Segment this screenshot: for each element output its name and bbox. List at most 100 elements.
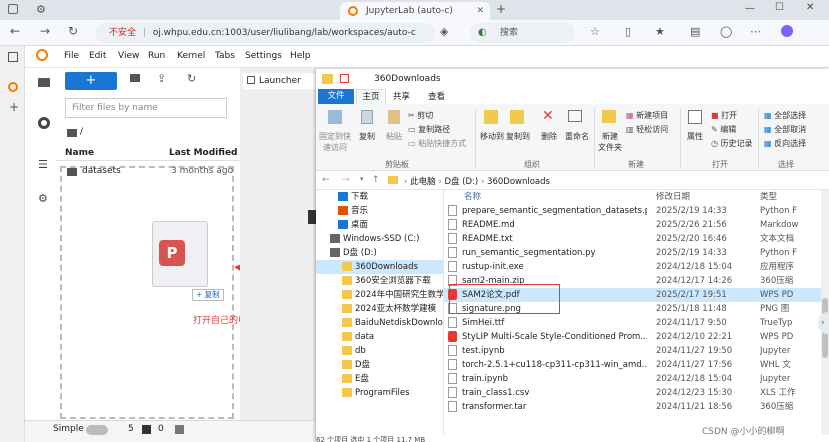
forward-nav-icon[interactable]: → — [342, 175, 350, 185]
refresh-icon[interactable]: ↻ — [187, 72, 196, 85]
select-none-button[interactable]: ▦ 全部取消 — [764, 124, 806, 135]
ribbon-tab-view[interactable]: 查看 — [428, 90, 445, 102]
nav-item[interactable]: 音乐 — [316, 204, 443, 218]
browser-tab[interactable]: JupyterLab (auto-c) ✕ — [340, 2, 490, 20]
menu-view[interactable]: View — [118, 51, 139, 61]
header-type[interactable]: 类型 — [760, 190, 820, 204]
file-row[interactable]: README.txt 2025/2/20 16:46 文本文档 — [444, 232, 829, 246]
paste-shortcut-button[interactable]: ▭ 粘贴快捷方式 — [408, 138, 466, 149]
pin-quick-access-button[interactable]: 固定到快 速访问 — [318, 131, 352, 153]
new-launcher-button[interactable]: + — [65, 72, 117, 90]
header-date[interactable]: 修改日期 — [656, 190, 690, 204]
address-bar[interactable]: 不安全 | oj.whpu.edu.cn:1003/user/liulibang… — [95, 23, 435, 43]
nav-item[interactable]: ProgramFiles — [316, 386, 443, 400]
menu-tabs[interactable]: Tabs — [215, 51, 235, 61]
file-row[interactable]: SimHei.ttf 2024/11/17 9:50 TrueTyp — [444, 316, 829, 330]
menu-edit[interactable]: Edit — [89, 51, 106, 61]
reload-icon[interactable]: ↻ — [68, 24, 78, 38]
recent-dropdown-icon[interactable]: ▾ — [360, 175, 364, 183]
open-button[interactable]: ■ 打开 — [711, 110, 737, 121]
easy-access-button[interactable]: ▥ 轻松访问 — [626, 124, 668, 135]
close-window-icon[interactable]: ✕ — [806, 2, 814, 13]
menu-help[interactable]: Help — [290, 51, 311, 61]
new-tab-icon[interactable]: + — [496, 2, 506, 16]
extensions-icon[interactable]: ⚙ — [38, 192, 48, 205]
filter-input[interactable]: Filter files by name — [65, 98, 227, 118]
copy-button[interactable]: 复制 — [356, 131, 378, 142]
nav-item[interactable]: 下载 — [316, 190, 443, 204]
rename-button[interactable]: 重命名 — [562, 131, 592, 142]
copy-path-button[interactable]: ▭ 复制路径 — [408, 124, 450, 135]
back-icon[interactable]: ← — [10, 24, 20, 38]
paste-button[interactable]: 粘贴 — [383, 131, 405, 142]
file-row[interactable]: transformer.tar 2024/11/21 18:56 360压缩 — [444, 400, 829, 414]
new-folder-icon[interactable] — [130, 74, 140, 82]
col-name[interactable]: Name — [65, 148, 94, 158]
tab-group-icon[interactable]: ⚙ — [36, 3, 46, 16]
nav-item[interactable]: Windows-SSD (C:) — [316, 232, 443, 246]
file-name[interactable]: datasets — [82, 166, 121, 176]
history-button[interactable]: ◷ 历史记录 — [711, 138, 753, 149]
reader-icon[interactable]: ◈ — [440, 25, 448, 38]
file-row[interactable]: rustup-init.exe 2024/12/18 15:04 应用程序 — [444, 260, 829, 274]
breadcrumb[interactable]: / — [80, 127, 83, 137]
file-row[interactable]: prepare_semantic_segmentation_datasets.p… — [444, 204, 829, 218]
properties-button[interactable]: 属性 — [684, 131, 706, 142]
file-row[interactable]: StyLIP Multi-Scale Style-Conditioned Pro… — [444, 330, 829, 344]
invert-selection-button[interactable]: ▦ 反向选择 — [764, 138, 806, 149]
crumb-this-pc[interactable]: 此电脑 — [410, 177, 436, 187]
ribbon-tab-home[interactable]: 主页 — [356, 89, 386, 104]
quick-access-check-icon[interactable] — [340, 74, 349, 83]
menu-run[interactable]: Run — [148, 51, 165, 61]
simple-mode-toggle[interactable] — [86, 425, 108, 435]
back-nav-icon[interactable]: ← — [322, 175, 330, 185]
file-row[interactable]: train.ipynb 2024/12/18 15:04 Jupyter — [444, 372, 829, 386]
menu-file[interactable]: File — [64, 51, 79, 61]
menu-settings[interactable]: Settings — [245, 51, 282, 61]
nav-item[interactable]: db — [316, 344, 443, 358]
nav-item[interactable]: data — [316, 330, 443, 344]
side-panel-handle-icon[interactable]: › — [818, 312, 829, 334]
copy-to-button[interactable]: 复制到 — [504, 131, 532, 142]
nav-item[interactable]: BaiduNetdiskDownload — [316, 316, 443, 330]
gear-icon[interactable] — [175, 425, 184, 434]
file-row[interactable]: train_class1.csv 2024/12/23 15:30 XLS 工作 — [444, 386, 829, 400]
nav-item[interactable]: 360安全浏览器下载 — [316, 274, 443, 288]
window-icon[interactable] — [8, 4, 18, 14]
sidebar-add-icon[interactable]: + — [9, 100, 19, 114]
edit-button[interactable]: ✎ 编辑 — [711, 124, 736, 135]
file-row[interactable]: README.md 2025/2/26 21:56 Markdow — [444, 218, 829, 232]
forward-icon[interactable]: → — [40, 24, 50, 38]
nav-item[interactable]: 360Downloads — [316, 260, 443, 274]
browser-search[interactable]: ◐ 搜索 — [470, 23, 575, 43]
star-icon[interactable]: ☆ — [590, 25, 600, 38]
upload-icon[interactable]: ⇪ — [157, 72, 166, 85]
cut-button[interactable]: ✂ 剪切 — [408, 110, 433, 121]
nav-item[interactable]: 2024年中国研究生数学建 — [316, 288, 443, 302]
file-row[interactable]: test.ipynb 2024/11/27 19:50 Jupyter — [444, 344, 829, 358]
nav-item[interactable]: D盘 — [316, 358, 443, 372]
tab-launcher[interactable]: Launcher — [243, 73, 316, 89]
minimize-icon[interactable]: — — [745, 3, 755, 14]
new-item-button[interactable]: ▦ 新建项目 — [626, 110, 668, 121]
crumb-d-drive[interactable]: D盘 (D:) — [444, 177, 478, 187]
delete-button[interactable]: 删除 — [538, 131, 560, 142]
nav-item[interactable]: E盘 — [316, 372, 443, 386]
select-all-button[interactable]: ▦ 全部选择 — [764, 110, 806, 121]
ribbon-tab-share[interactable]: 共享 — [393, 90, 410, 102]
new-folder-button[interactable]: 新建 文件夹 — [596, 131, 624, 153]
file-row[interactable]: run_semantic_segmentation.py 2025/2/19 14… — [444, 246, 829, 260]
favorites-icon[interactable]: ★ — [655, 25, 665, 38]
ribbon-tab-file[interactable]: 文件 — [318, 89, 354, 104]
copilot-icon[interactable] — [781, 25, 793, 37]
running-icon[interactable] — [38, 117, 50, 129]
col-modified[interactable]: Last Modified — [169, 148, 237, 158]
split-icon[interactable]: ▯ — [625, 25, 631, 38]
maximize-icon[interactable]: ☐ — [775, 2, 784, 13]
menu-kernel[interactable]: Kernel — [177, 51, 205, 61]
move-to-button[interactable]: 移动到 — [478, 131, 506, 142]
more-icon[interactable]: ⋯ — [750, 25, 761, 38]
close-tab-icon[interactable]: ✕ — [476, 2, 484, 20]
nav-item[interactable]: 桌面 — [316, 218, 443, 232]
file-row[interactable]: torch-2.5.1+cu118-cp311-cp311-win_amd...… — [444, 358, 829, 372]
